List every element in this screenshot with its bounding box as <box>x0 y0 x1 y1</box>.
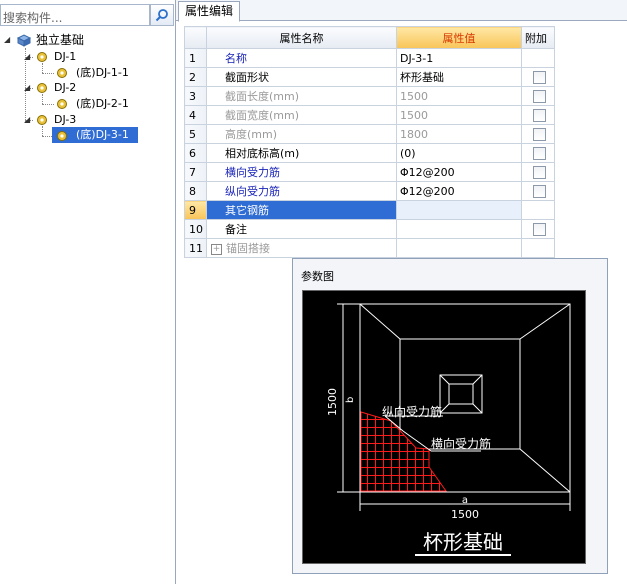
property-value[interactable]: 1500 <box>396 86 522 106</box>
property-name: 名称 <box>206 48 397 68</box>
row-number: 10 <box>184 219 207 239</box>
property-value[interactable]: (0) <box>396 143 522 163</box>
tab-property-edit[interactable]: 属性编辑 <box>178 1 241 22</box>
parameter-diagram-panel: 参数图 1500 b a 1500 纵向受力筋 横向受力筋 杯形基础 <box>292 258 608 574</box>
extra-checkbox[interactable] <box>533 108 546 122</box>
extra-checkbox[interactable] <box>533 70 546 84</box>
extra-checkbox[interactable] <box>533 165 546 179</box>
gear-icon <box>37 52 47 62</box>
table-row[interactable]: 3 截面长度(mm) 1500 <box>184 86 555 106</box>
table-row-selected[interactable]: 9 其它钢筋 <box>184 200 555 220</box>
collapse-icon[interactable]: ◢ <box>24 53 31 61</box>
extra-checkbox[interactable] <box>533 146 546 160</box>
expand-icon[interactable]: + <box>211 243 222 255</box>
property-name: 截面长度(mm) <box>206 86 397 106</box>
drawing-caption: 杯形基础 <box>423 530 503 554</box>
row-number: 1 <box>184 48 207 68</box>
row-number: 11 <box>184 238 207 258</box>
gear-icon <box>37 115 47 125</box>
tree-item-dj-2-1[interactable]: (底)DJ-2-1 <box>74 97 131 111</box>
table-row[interactable]: 11 + 锚固搭接 <box>184 238 555 258</box>
collapse-icon[interactable]: ◢ <box>24 116 31 124</box>
tree-item-dj-2[interactable]: DJ-2 <box>52 81 78 95</box>
row-number: 3 <box>184 86 207 106</box>
property-value[interactable] <box>396 200 522 220</box>
tree-root-label[interactable]: 独立基础 <box>34 33 86 47</box>
tree-item-dj-1-1[interactable]: (底)DJ-1-1 <box>74 66 131 80</box>
search-button[interactable] <box>150 4 174 26</box>
tree-item-dj-3-1[interactable]: (底)DJ-3-1 <box>74 128 131 142</box>
tree-item-dj-1[interactable]: DJ-1 <box>52 50 78 64</box>
search-icon <box>155 9 168 22</box>
property-editor-panel: 属性编辑 属性名称 属性值 附加 1 名称 DJ-3-1 2 截面形状 杯形基础… <box>176 0 627 584</box>
collapse-icon[interactable]: ◢ <box>4 36 11 44</box>
table-row[interactable]: 2 截面形状 杯形基础 <box>184 67 555 87</box>
table-row[interactable]: 4 截面宽度(mm) 1500 <box>184 105 555 125</box>
property-value[interactable]: Φ12@200 <box>396 181 522 201</box>
table-row[interactable]: 10 备注 <box>184 219 555 239</box>
column-header-value: 属性值 <box>396 26 522 49</box>
search-placeholder: 搜索构件... <box>3 11 63 25</box>
extra-cell <box>521 48 555 68</box>
dimension-left-label: 1500 <box>326 388 339 416</box>
property-value[interactable]: Φ12@200 <box>396 162 522 182</box>
extra-cell <box>521 200 555 220</box>
foundation-icon <box>16 34 32 47</box>
row-number: 9 <box>184 200 207 220</box>
table-row[interactable]: 6 相对底标高(m) (0) <box>184 143 555 163</box>
extra-cell <box>521 238 555 258</box>
property-grid: 属性名称 属性值 附加 1 名称 DJ-3-1 2 截面形状 杯形基础 3 截面… <box>184 26 555 258</box>
row-number: 5 <box>184 124 207 144</box>
collapse-icon[interactable]: ◢ <box>24 84 31 92</box>
property-value[interactable] <box>396 238 522 258</box>
dimension-a-label: a <box>462 495 468 506</box>
transverse-rebar-label: 横向受力筋 <box>431 436 491 451</box>
extra-checkbox[interactable] <box>533 184 546 198</box>
dimension-bottom-label: 1500 <box>451 508 479 521</box>
property-name: 高度(mm) <box>206 124 397 144</box>
column-header-corner <box>184 26 207 49</box>
gear-icon <box>37 83 47 93</box>
property-name: 其它钢筋 <box>206 200 397 220</box>
property-value[interactable] <box>396 219 522 239</box>
extra-checkbox[interactable] <box>533 222 546 236</box>
gear-icon <box>57 131 67 141</box>
property-value[interactable]: 杯形基础 <box>396 67 522 87</box>
property-name: 截面宽度(mm) <box>206 105 397 125</box>
longitudinal-rebar-label: 纵向受力筋 <box>382 404 442 419</box>
parameter-drawing: 1500 b a 1500 纵向受力筋 横向受力筋 杯形基础 <box>302 290 586 564</box>
extra-checkbox[interactable] <box>533 89 546 103</box>
gear-icon <box>57 68 67 78</box>
column-header-extra: 附加 <box>521 26 555 49</box>
row-number: 6 <box>184 143 207 163</box>
row-number: 2 <box>184 67 207 87</box>
tab-bar: 属性编辑 <box>176 0 627 22</box>
property-name: 纵向受力筋 <box>206 181 397 201</box>
tree-item-dj-3[interactable]: DJ-3 <box>52 113 78 127</box>
property-value[interactable]: 1500 <box>396 105 522 125</box>
row-number: 4 <box>184 105 207 125</box>
gear-icon <box>57 99 67 109</box>
property-name: 备注 <box>206 219 397 239</box>
dimension-b-label: b <box>345 397 356 403</box>
component-tree-panel: 搜索构件... ◢ 独立基础 ◢ DJ-1 (底)DJ-1-1 ◢ DJ-2 (… <box>0 0 176 584</box>
property-name: 相对底标高(m) <box>206 143 397 163</box>
property-value[interactable]: DJ-3-1 <box>396 48 522 68</box>
property-name: 锚固搭接 <box>226 242 270 255</box>
table-row[interactable]: 5 高度(mm) 1800 <box>184 124 555 144</box>
table-row[interactable]: 1 名称 DJ-3-1 <box>184 48 555 68</box>
foundation-drawing: 1500 b a 1500 纵向受力筋 横向受力筋 杯形基础 <box>326 303 571 556</box>
table-row[interactable]: 7 横向受力筋 Φ12@200 <box>184 162 555 182</box>
search-input[interactable]: 搜索构件... <box>0 4 150 26</box>
row-number: 7 <box>184 162 207 182</box>
row-number: 8 <box>184 181 207 201</box>
table-row[interactable]: 8 纵向受力筋 Φ12@200 <box>184 181 555 201</box>
column-header-name: 属性名称 <box>206 26 397 49</box>
property-name: 横向受力筋 <box>206 162 397 182</box>
property-value[interactable]: 1800 <box>396 124 522 144</box>
property-name: 截面形状 <box>206 67 397 87</box>
parameter-panel-title: 参数图 <box>301 270 334 283</box>
extra-checkbox[interactable] <box>533 127 546 141</box>
